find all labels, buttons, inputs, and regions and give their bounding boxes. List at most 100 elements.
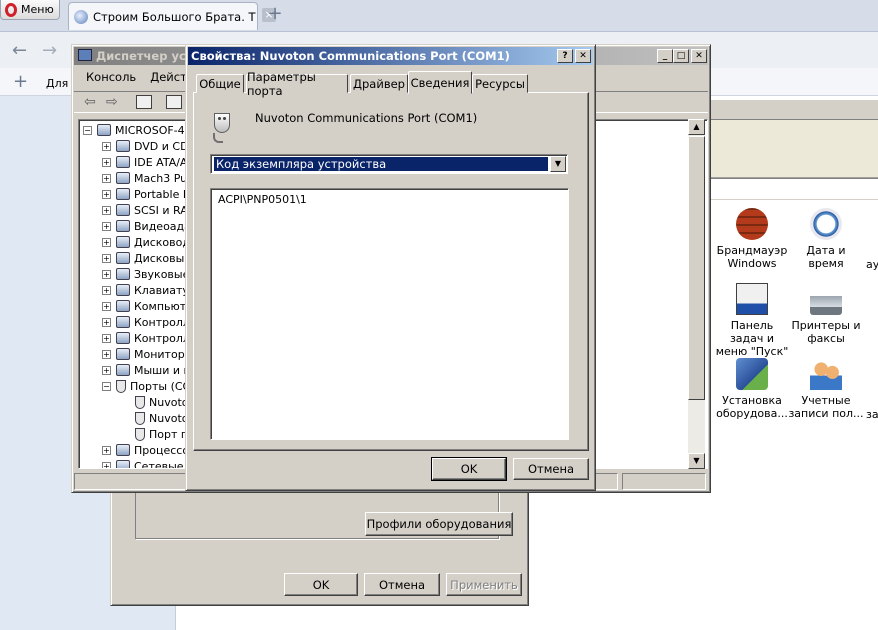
property-value[interactable]: ACPI\PNP0501\1 — [218, 193, 307, 206]
expand-icon[interactable]: + — [102, 349, 111, 359]
cp-item-printers[interactable]: Принтеры и факсы — [788, 283, 864, 345]
property-value-list[interactable]: ACPI\PNP0501\1 — [210, 188, 569, 440]
tree-row-label: Порты (CO — [130, 379, 192, 393]
new-tab-plus-icon[interactable]: + — [266, 4, 284, 24]
back-arrow-icon[interactable]: ⇦ — [84, 95, 96, 109]
hardware-profiles-button[interactable]: Профили оборудования — [365, 512, 513, 536]
tree-row-label: Видеоада — [134, 219, 191, 233]
cancel-button[interactable]: Отмена — [513, 458, 589, 480]
expand-icon[interactable]: + — [102, 157, 111, 167]
property-select[interactable]: Код экземпляра устройства ▼ — [210, 154, 568, 174]
tab-port-settings[interactable]: Параметры порта — [246, 70, 348, 98]
tree-row[interactable]: + Mach3 Puls — [83, 170, 196, 186]
cp-item-taskbar[interactable]: Панель задач и меню "Пуск" — [714, 283, 790, 358]
scroll-thumb[interactable] — [688, 136, 705, 400]
expand-icon[interactable]: + — [102, 445, 111, 455]
properties-icon[interactable] — [166, 95, 182, 109]
device-name: Nuvoton Communications Port (COM1) — [255, 111, 478, 125]
tree-row[interactable]: Nuvoto — [83, 394, 196, 410]
tree-row[interactable]: Порт п — [83, 426, 196, 442]
minimize-icon[interactable]: _ — [657, 49, 673, 63]
expand-icon[interactable]: + — [102, 253, 111, 263]
tree-row[interactable]: − MICROSOF-4E — [83, 122, 196, 138]
cp-item-date-time[interactable]: Дата и время — [788, 208, 864, 270]
expand-icon[interactable]: + — [102, 205, 111, 215]
ok-button[interactable]: OK — [431, 457, 507, 481]
tree-row-label: Nuvoto — [149, 395, 189, 409]
expand-icon[interactable]: + — [102, 269, 111, 279]
expand-icon[interactable]: + — [102, 365, 111, 375]
port-icon — [135, 411, 145, 425]
expand-icon[interactable]: + — [102, 221, 111, 231]
menu-console[interactable]: Консоль — [80, 70, 142, 84]
expand-icon[interactable]: + — [102, 189, 111, 199]
tree-row[interactable]: + Компьюте — [83, 298, 196, 314]
dvd-drive-icon — [116, 140, 130, 152]
forward-arrow-icon[interactable]: ⇨ — [106, 95, 118, 109]
close-icon[interactable]: ✕ — [691, 49, 707, 63]
tree-row[interactable]: Nuvoto — [83, 410, 196, 426]
user-accounts-icon — [810, 358, 842, 390]
expand-icon[interactable]: + — [102, 333, 111, 343]
tab-details[interactable]: Сведения — [408, 71, 472, 94]
usb-controller-icon — [116, 332, 130, 344]
expand-icon[interactable]: + — [102, 285, 111, 295]
help-icon[interactable]: ? — [557, 49, 573, 63]
ok-button[interactable]: OK — [284, 573, 358, 596]
back-arrow-icon[interactable]: ← — [12, 40, 27, 61]
tree-row[interactable]: + Portable D — [83, 186, 196, 202]
firewall-icon — [736, 208, 768, 240]
chevron-down-icon[interactable]: ▼ — [550, 156, 566, 172]
collapse-icon[interactable]: − — [102, 381, 111, 391]
controller-icon — [116, 316, 130, 328]
cp-item-label: Панель задач и меню "Пуск" — [715, 319, 789, 358]
globe-icon — [74, 9, 88, 24]
tree-row[interactable]: + Звуковые — [83, 266, 196, 282]
printer-icon — [810, 283, 842, 315]
expand-icon[interactable]: + — [102, 461, 111, 468]
tree-row[interactable]: + IDE ATA/A — [83, 154, 196, 170]
collapse-icon[interactable]: − — [83, 125, 92, 135]
tree-row[interactable]: + Дисковод — [83, 234, 196, 250]
browser-tab[interactable]: Строим Большого Брата. Т — [68, 2, 258, 30]
scroll-down-icon[interactable]: ▼ — [688, 453, 705, 469]
expand-icon[interactable]: + — [102, 173, 111, 183]
expand-icon[interactable]: + — [102, 141, 111, 151]
tree-row[interactable]: + Дисковые — [83, 250, 196, 266]
close-icon[interactable]: ✕ — [575, 49, 591, 63]
expand-icon[interactable]: + — [102, 317, 111, 327]
tree-row[interactable]: + Сетевые п — [83, 458, 196, 468]
tree-row[interactable]: + Видеоада — [83, 218, 196, 234]
browser-tab-title: Строим Большого Брата. Т — [93, 9, 256, 24]
tree-row[interactable]: − Порты (CO — [83, 378, 196, 394]
tree-row[interactable]: + Клавиату — [83, 282, 196, 298]
computer-icon — [97, 124, 111, 136]
tab-driver[interactable]: Драйвер — [350, 74, 408, 93]
show-hide-tree-icon[interactable] — [136, 95, 152, 109]
tab-general[interactable]: Общие — [196, 74, 244, 93]
cp-item-firewall[interactable]: Брандмауэр Windows — [714, 208, 790, 270]
add-bookmark-icon[interactable]: + — [13, 71, 28, 92]
vertical-scrollbar[interactable]: ▲ ▼ — [688, 119, 705, 469]
dialog-titlebar[interactable]: Свойства: Nuvoton Communications Port (C… — [188, 47, 593, 65]
tree-row[interactable]: + Мыши и и — [83, 362, 196, 378]
cp-item-user-accounts[interactable]: Учетные записи пол... — [788, 358, 864, 420]
cancel-button[interactable]: Отмена — [364, 573, 440, 596]
scroll-up-icon[interactable]: ▲ — [688, 119, 705, 135]
expand-icon[interactable]: + — [102, 301, 111, 311]
tab-resources[interactable]: Ресурсы — [472, 74, 528, 93]
tree-row[interactable]: + DVD и CD- — [83, 138, 196, 154]
tree-row[interactable]: + Контролл — [83, 330, 196, 346]
tree-row[interactable]: + Процессор — [83, 442, 196, 458]
expand-icon[interactable]: + — [102, 237, 111, 247]
status-pane — [622, 473, 706, 490]
forward-arrow-icon[interactable]: → — [42, 40, 57, 61]
maximize-icon[interactable]: □ — [673, 49, 689, 63]
tree-row-label: Мыши и и — [134, 363, 191, 377]
cp-item-add-hardware[interactable]: Установка оборудова... — [714, 358, 790, 420]
bookmark-label[interactable]: Для — [46, 77, 68, 90]
tree-row[interactable]: + Монитор — [83, 346, 196, 362]
opera-menu-button[interactable]: Меню — [0, 0, 60, 20]
tree-row[interactable]: + Контролл — [83, 314, 196, 330]
tree-row[interactable]: + SCSI и RA — [83, 202, 196, 218]
